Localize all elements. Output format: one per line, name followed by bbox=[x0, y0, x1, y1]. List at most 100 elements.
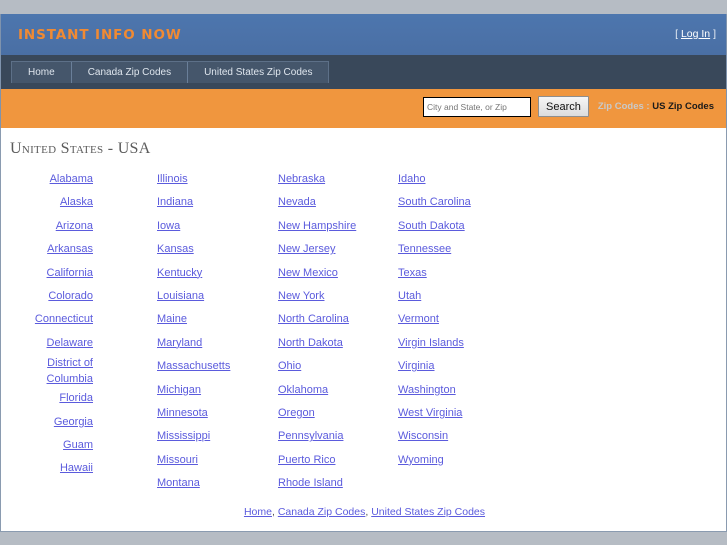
search-button[interactable]: Search bbox=[538, 96, 589, 117]
state-cell: District of Columbia bbox=[1, 355, 149, 387]
state-link-colorado[interactable]: Colorado bbox=[48, 290, 93, 302]
state-cell: Missouri bbox=[149, 449, 270, 472]
tab-united-states-zip-codes[interactable]: United States Zip Codes bbox=[188, 62, 328, 83]
state-link-iowa[interactable]: Iowa bbox=[157, 220, 180, 232]
state-link-florida[interactable]: Florida bbox=[59, 392, 93, 404]
tab-home[interactable]: Home bbox=[12, 62, 72, 83]
state-link-minnesota[interactable]: Minnesota bbox=[157, 407, 208, 419]
state-cell: Nevada bbox=[270, 191, 390, 214]
site-logo[interactable]: INSTANT INFO NOW bbox=[18, 27, 182, 43]
state-link-oklahoma[interactable]: Oklahoma bbox=[278, 384, 328, 396]
state-link-delaware[interactable]: Delaware bbox=[47, 337, 93, 349]
state-link-kentucky[interactable]: Kentucky bbox=[157, 267, 202, 279]
state-cell: Wisconsin bbox=[390, 425, 530, 448]
state-cell: North Carolina bbox=[270, 308, 390, 331]
state-link-district-of-columbia[interactable]: District of Columbia bbox=[47, 357, 93, 385]
state-link-nevada[interactable]: Nevada bbox=[278, 196, 316, 208]
state-cell: Arkansas bbox=[1, 238, 149, 261]
state-cell: New Hampshire bbox=[270, 215, 390, 238]
breadcrumb: Zip Codes : US Zip Codes bbox=[598, 101, 714, 112]
state-link-south-dakota[interactable]: South Dakota bbox=[398, 220, 465, 232]
state-cell: Ohio bbox=[270, 355, 390, 378]
state-link-north-dakota[interactable]: North Dakota bbox=[278, 337, 343, 349]
state-link-washington[interactable]: Washington bbox=[398, 384, 456, 396]
search-input[interactable] bbox=[423, 96, 531, 117]
state-link-kansas[interactable]: Kansas bbox=[157, 243, 194, 255]
state-link-pennsylvania[interactable]: Pennsylvania bbox=[278, 430, 343, 442]
state-cell: Mississippi bbox=[149, 425, 270, 448]
state-cell: Utah bbox=[390, 285, 530, 308]
state-link-nebraska[interactable]: Nebraska bbox=[278, 173, 325, 185]
login-bracket-open: [ bbox=[675, 28, 679, 40]
state-link-tennessee[interactable]: Tennessee bbox=[398, 243, 451, 255]
state-link-wisconsin[interactable]: Wisconsin bbox=[398, 430, 448, 442]
state-link-mississippi[interactable]: Mississippi bbox=[157, 430, 210, 442]
main-content: United States - USA Alabama Alaska Arizo… bbox=[0, 128, 727, 532]
state-cell: Rhode Island bbox=[270, 472, 390, 495]
state-link-montana[interactable]: Montana bbox=[157, 477, 200, 489]
state-link-west-virginia[interactable]: West Virginia bbox=[398, 407, 462, 419]
breadcrumb-parent[interactable]: Zip Codes bbox=[598, 101, 644, 112]
state-link-oregon[interactable]: Oregon bbox=[278, 407, 315, 419]
state-cell: Wyoming bbox=[390, 449, 530, 472]
state-cell: Michigan bbox=[149, 379, 270, 402]
state-cell: California bbox=[1, 262, 149, 285]
state-link-massachusetts[interactable]: Massachusetts bbox=[157, 360, 230, 372]
state-link-california[interactable]: California bbox=[47, 267, 93, 279]
state-cell: New York bbox=[270, 285, 390, 308]
state-link-georgia[interactable]: Georgia bbox=[54, 416, 93, 428]
state-link-wyoming[interactable]: Wyoming bbox=[398, 454, 444, 466]
state-link-utah[interactable]: Utah bbox=[398, 290, 421, 302]
state-link-arizona[interactable]: Arizona bbox=[56, 220, 93, 232]
search-row: Search Zip Codes : US Zip Codes bbox=[423, 96, 714, 117]
state-link-hawaii[interactable]: Hawaii bbox=[60, 462, 93, 474]
state-link-ohio[interactable]: Ohio bbox=[278, 360, 301, 372]
state-cell: Oklahoma bbox=[270, 379, 390, 402]
state-link-idaho[interactable]: Idaho bbox=[398, 173, 426, 185]
breadcrumb-current: US Zip Codes bbox=[652, 101, 714, 112]
state-link-arkansas[interactable]: Arkansas bbox=[47, 243, 93, 255]
state-cell: Virgin Islands bbox=[390, 332, 530, 355]
state-link-puerto-rico[interactable]: Puerto Rico bbox=[278, 454, 335, 466]
breadcrumb-separator: : bbox=[646, 101, 650, 112]
state-link-guam[interactable]: Guam bbox=[63, 439, 93, 451]
footer-link-canada-zip-codes[interactable]: Canada Zip Codes bbox=[278, 506, 366, 518]
state-link-texas[interactable]: Texas bbox=[398, 267, 427, 279]
state-link-alabama[interactable]: Alabama bbox=[50, 173, 93, 185]
state-link-north-carolina[interactable]: North Carolina bbox=[278, 313, 349, 325]
state-link-louisiana[interactable]: Louisiana bbox=[157, 290, 204, 302]
state-link-rhode-island[interactable]: Rhode Island bbox=[278, 477, 343, 489]
state-link-new-hampshire[interactable]: New Hampshire bbox=[278, 220, 356, 232]
state-link-virgin-islands[interactable]: Virgin Islands bbox=[398, 337, 464, 349]
tab-bar: Home Canada Zip Codes United States Zip … bbox=[11, 61, 330, 83]
state-cell: Puerto Rico bbox=[270, 449, 390, 472]
state-link-virginia[interactable]: Virginia bbox=[398, 360, 435, 372]
state-link-maine[interactable]: Maine bbox=[157, 313, 187, 325]
state-cell: Delaware bbox=[1, 332, 149, 355]
state-link-vermont[interactable]: Vermont bbox=[398, 313, 439, 325]
state-link-south-carolina[interactable]: South Carolina bbox=[398, 196, 471, 208]
footer-link-united-states-zip-codes[interactable]: United States Zip Codes bbox=[371, 506, 485, 518]
state-link-alaska[interactable]: Alaska bbox=[60, 196, 93, 208]
state-link-new-jersey[interactable]: New Jersey bbox=[278, 243, 335, 255]
state-link-michigan[interactable]: Michigan bbox=[157, 384, 201, 396]
state-link-indiana[interactable]: Indiana bbox=[157, 196, 193, 208]
nav-strip: Home Canada Zip Codes United States Zip … bbox=[0, 55, 727, 89]
state-cell: Connecticut bbox=[1, 308, 149, 331]
state-link-maryland[interactable]: Maryland bbox=[157, 337, 202, 349]
login-link[interactable]: Log In bbox=[681, 28, 710, 40]
state-link-connecticut[interactable]: Connecticut bbox=[35, 313, 93, 325]
state-link-illinois[interactable]: Illinois bbox=[157, 173, 188, 185]
state-cell: Minnesota bbox=[149, 402, 270, 425]
footer-link-home[interactable]: Home bbox=[244, 506, 272, 518]
state-cell: South Dakota bbox=[390, 215, 530, 238]
state-link-missouri[interactable]: Missouri bbox=[157, 454, 198, 466]
tab-canada-zip-codes[interactable]: Canada Zip Codes bbox=[72, 62, 189, 83]
state-link-new-york[interactable]: New York bbox=[278, 290, 324, 302]
state-cell: Iowa bbox=[149, 215, 270, 238]
state-cell: Nebraska bbox=[270, 168, 390, 191]
state-cell: Oregon bbox=[270, 402, 390, 425]
state-link-new-mexico[interactable]: New Mexico bbox=[278, 267, 338, 279]
state-cell: Idaho bbox=[390, 168, 530, 191]
state-cell: Illinois bbox=[149, 168, 270, 191]
